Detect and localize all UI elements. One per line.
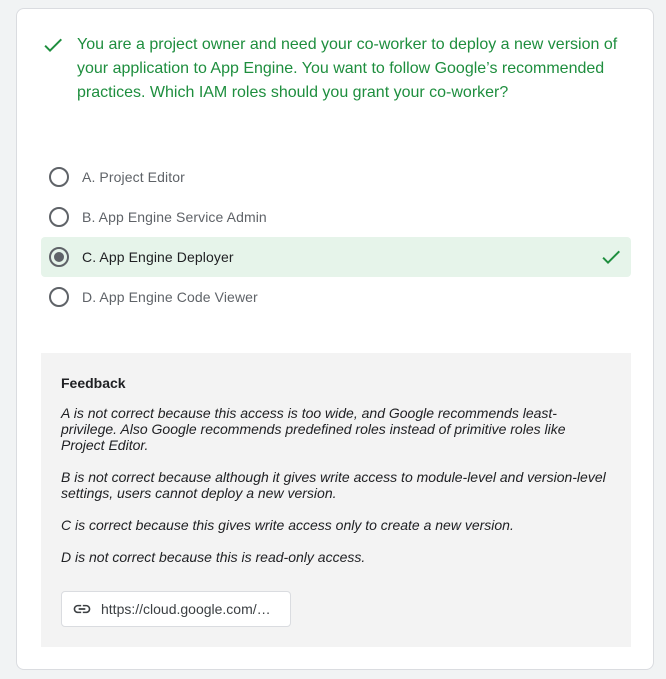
option-d[interactable]: D. App Engine Code Viewer <box>41 277 631 317</box>
check-icon <box>602 250 620 264</box>
question-card: You are a project owner and need your co… <box>16 8 654 670</box>
feedback-paragraph: D is not correct because this is read-on… <box>61 549 366 565</box>
option-label: B. App Engine Service Admin <box>82 209 267 225</box>
question: You are a project owner and need your co… <box>41 33 621 105</box>
option-c[interactable]: C. App Engine Deployer <box>41 237 631 277</box>
feedback-paragraph: C is correct because this gives write ac… <box>61 517 514 533</box>
link-text: https://cloud.google.com/… <box>101 601 271 617</box>
feedback-title: Feedback <box>61 375 126 391</box>
answer-options: A. Project Editor B. App Engine Service … <box>41 157 631 317</box>
radio-button[interactable] <box>49 207 69 227</box>
option-label: A. Project Editor <box>82 169 185 185</box>
option-b[interactable]: B. App Engine Service Admin <box>41 197 631 237</box>
option-a[interactable]: A. Project Editor <box>41 157 631 197</box>
link-icon <box>73 604 91 614</box>
option-label: C. App Engine Deployer <box>82 249 234 265</box>
feedback-paragraph: A is not correct because this access is … <box>61 405 566 453</box>
option-label: D. App Engine Code Viewer <box>82 289 258 305</box>
feedback-paragraph: B is not correct because although it giv… <box>61 469 606 501</box>
question-text: You are a project owner and need your co… <box>77 36 618 101</box>
radio-button[interactable] <box>49 287 69 307</box>
check-icon <box>44 38 62 52</box>
feedback-panel: Feedback A is not correct because this a… <box>41 353 631 647</box>
radio-button[interactable] <box>49 167 69 187</box>
reference-link[interactable]: https://cloud.google.com/… <box>61 591 291 627</box>
radio-button-selected[interactable] <box>49 247 69 267</box>
